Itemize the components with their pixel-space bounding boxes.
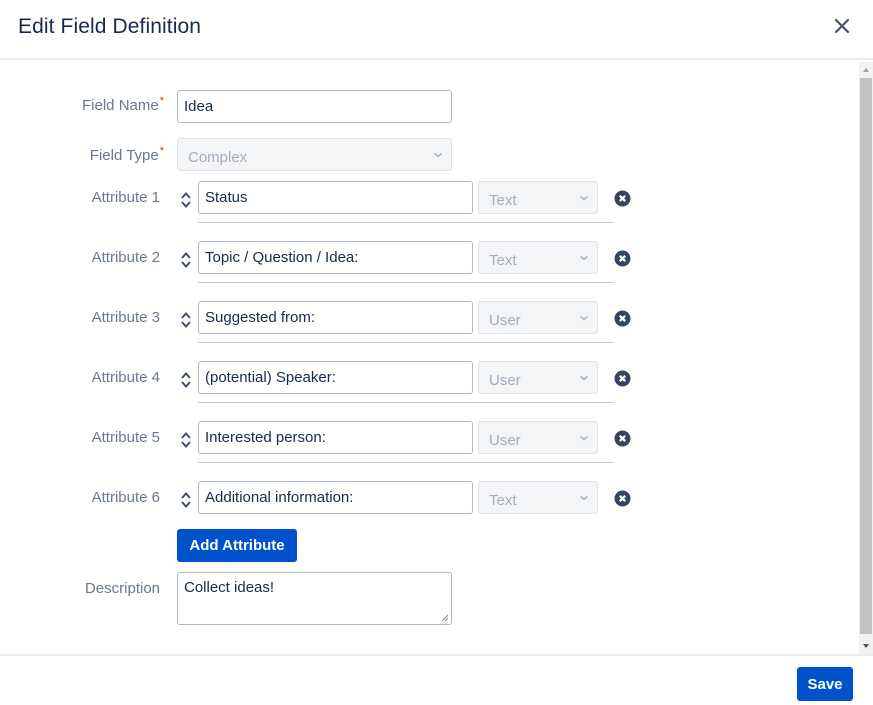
attribute-row: Attribute 3 Suggested from: User (0, 301, 859, 361)
attribute-label: Attribute 5 (91, 429, 160, 446)
attribute-type-value: Text (489, 492, 517, 509)
attribute-name-input[interactable]: Topic / Question / Idea: (198, 241, 473, 274)
attribute-type-value: Text (489, 252, 517, 269)
attribute-row: Attribute 6 Additional information: Text (0, 481, 859, 541)
add-attribute-button[interactable]: Add Attribute (177, 529, 297, 562)
attribute-name-input[interactable]: (potential) Speaker: (198, 361, 473, 394)
attribute-row: Attribute 2 Topic / Question / Idea: Tex… (0, 241, 859, 301)
attribute-type-select[interactable]: User (478, 301, 598, 334)
attribute-name-value: Additional information: (205, 489, 354, 506)
modal-body: Field Name* Idea Field Type* Complex Att… (0, 62, 873, 654)
close-button[interactable] (832, 16, 852, 36)
required-mark: * (159, 95, 164, 107)
divider (198, 282, 614, 283)
attribute-type-value: Text (489, 192, 517, 209)
chevron-down-icon (580, 375, 588, 380)
attribute-type-select[interactable]: User (478, 361, 598, 394)
attribute-type-select[interactable]: Text (478, 181, 598, 214)
description-textarea[interactable]: Collect ideas! (177, 572, 452, 625)
remove-attribute-icon[interactable] (614, 310, 631, 327)
scroll-down-arrow-icon[interactable] (859, 638, 873, 654)
attribute-name-input[interactable]: Status (198, 181, 473, 214)
required-mark: * (159, 145, 164, 157)
chevron-down-icon (580, 255, 588, 260)
remove-attribute-icon[interactable] (614, 190, 631, 207)
divider (198, 222, 614, 223)
attribute-label: Attribute 1 (91, 189, 160, 206)
chevron-down-icon (580, 315, 588, 320)
attribute-name-value: Topic / Question / Idea: (205, 249, 359, 266)
save-button[interactable]: Save (797, 667, 853, 701)
field-name-label-text: Field Name (82, 97, 159, 114)
chevron-down-icon (580, 495, 588, 500)
modal-title: Edit Field Definition (18, 15, 202, 38)
remove-attribute-icon[interactable] (614, 250, 631, 267)
attribute-name-input[interactable]: Suggested from: (198, 301, 473, 334)
attribute-name-input[interactable]: Additional information: (198, 481, 473, 514)
vertical-scrollbar[interactable] (859, 62, 873, 654)
attribute-type-value: User (489, 372, 521, 389)
attribute-row: Attribute 1 Status Text (0, 181, 859, 241)
remove-attribute-icon[interactable] (614, 370, 631, 387)
attribute-row: Attribute 5 Interested person: User (0, 421, 859, 481)
attribute-name-value: Status (205, 189, 248, 206)
divider (198, 342, 614, 343)
sort-handle-icon[interactable] (180, 430, 192, 450)
chevron-down-icon (580, 435, 588, 440)
divider (198, 462, 614, 463)
field-name-label: Field Name* (60, 95, 164, 114)
attribute-type-value: User (489, 432, 521, 449)
sort-handle-icon[interactable] (180, 190, 192, 210)
sort-handle-icon[interactable] (180, 370, 192, 390)
remove-attribute-icon[interactable] (614, 430, 631, 447)
modal-header: Edit Field Definition (0, 0, 873, 60)
description-value: Collect ideas! (184, 579, 275, 596)
attribute-name-value: (potential) Speaker: (205, 369, 336, 386)
attribute-name-input[interactable]: Interested person: (198, 421, 473, 454)
sort-handle-icon[interactable] (180, 250, 192, 270)
attribute-type-select[interactable]: Text (478, 481, 598, 514)
field-name-input[interactable]: Idea (177, 90, 452, 123)
attribute-name-value: Interested person: (205, 429, 326, 446)
description-label: Description (84, 580, 160, 597)
scrollbar-thumb[interactable] (860, 78, 872, 634)
attribute-label: Attribute 3 (91, 309, 160, 326)
field-name-value: Idea (184, 98, 214, 115)
attribute-label: Attribute 4 (91, 369, 160, 386)
attribute-row: Attribute 4 (potential) Speaker: User (0, 361, 859, 421)
attribute-label: Attribute 6 (91, 489, 160, 506)
attribute-type-select[interactable]: User (478, 421, 598, 454)
field-type-label: Field Type* (60, 145, 164, 164)
remove-attribute-icon[interactable] (614, 490, 631, 507)
field-type-value: Complex (188, 149, 248, 166)
attribute-type-value: User (489, 312, 521, 329)
scroll-up-arrow-icon[interactable] (859, 62, 873, 78)
chevron-down-icon (580, 195, 588, 200)
close-icon (834, 18, 850, 34)
divider (198, 402, 614, 403)
modal-footer: Save (0, 654, 873, 705)
field-type-select[interactable]: Complex (177, 138, 452, 171)
attribute-label: Attribute 2 (91, 249, 160, 266)
sort-handle-icon[interactable] (180, 490, 192, 510)
resize-grip-icon[interactable] (441, 614, 449, 622)
attribute-name-value: Suggested from: (205, 309, 316, 326)
chevron-down-icon (434, 152, 442, 157)
sort-handle-icon[interactable] (180, 310, 192, 330)
field-type-label-text: Field Type (89, 147, 159, 164)
attribute-type-select[interactable]: Text (478, 241, 598, 274)
